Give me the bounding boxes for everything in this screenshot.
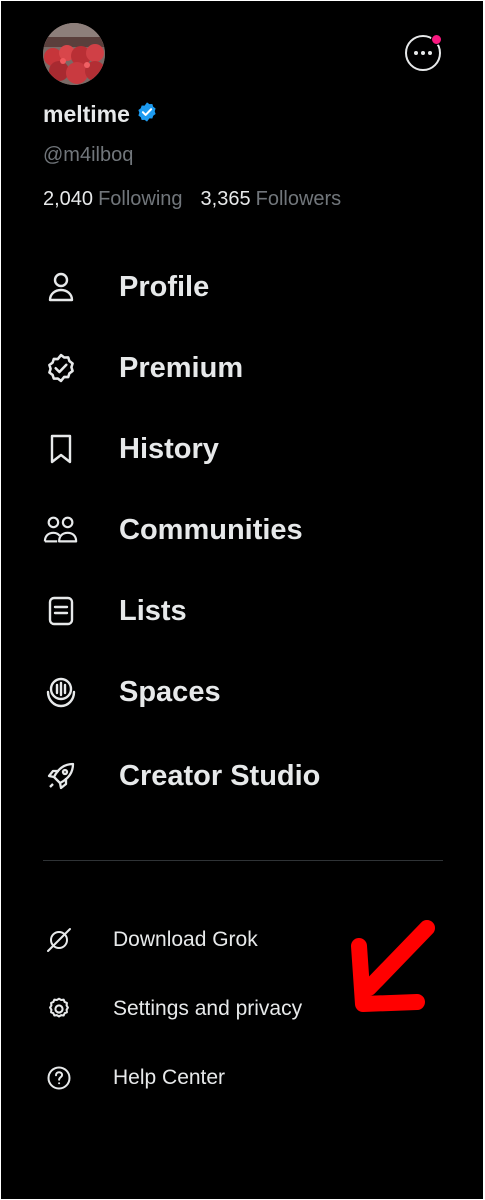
verified-check-icon bbox=[43, 350, 79, 386]
gear-icon bbox=[43, 993, 75, 1025]
display-name: meltime bbox=[43, 101, 130, 127]
more-dot-icon bbox=[428, 51, 432, 55]
list-icon bbox=[43, 593, 79, 629]
following-link[interactable]: 2,040 Following bbox=[43, 188, 183, 211]
user-handle: @m4ilboq bbox=[43, 144, 134, 166]
help-icon bbox=[43, 1062, 75, 1094]
rocket-icon bbox=[43, 758, 79, 794]
followers-link[interactable]: 3,365 Followers bbox=[201, 188, 342, 211]
follow-stats: 2,040 Following 3,365 Followers bbox=[43, 188, 341, 211]
nav-label: Creator Studio bbox=[119, 759, 321, 792]
avatar[interactable] bbox=[43, 23, 105, 85]
menu-item-help-center[interactable]: Help Center bbox=[43, 1058, 443, 1098]
nav-item-history[interactable]: History bbox=[43, 424, 443, 474]
nav-item-creator-studio[interactable]: Creator Studio bbox=[43, 751, 443, 801]
notification-dot bbox=[431, 34, 442, 45]
nav-label: History bbox=[119, 432, 219, 465]
following-label: Following bbox=[98, 188, 183, 210]
nav-label: Profile bbox=[119, 270, 210, 303]
nav-label: Spaces bbox=[119, 675, 221, 708]
annotation-arrow-icon bbox=[351, 920, 435, 1012]
nav-item-profile[interactable]: Profile bbox=[43, 262, 443, 312]
nav-item-communities[interactable]: Communities bbox=[43, 505, 443, 555]
menu-label: Settings and privacy bbox=[113, 997, 303, 1020]
people-icon bbox=[43, 512, 79, 548]
divider bbox=[43, 860, 443, 861]
verified-badge-icon bbox=[136, 101, 158, 128]
menu-label: Help Center bbox=[113, 1066, 226, 1089]
menu-label: Download Grok bbox=[113, 928, 258, 951]
followers-count: 3,365 bbox=[200, 188, 251, 210]
nav-item-lists[interactable]: Lists bbox=[43, 586, 443, 636]
nav-label: Lists bbox=[119, 594, 187, 627]
more-options-button[interactable] bbox=[405, 34, 442, 71]
bookmark-icon bbox=[43, 431, 79, 467]
grok-icon bbox=[43, 924, 75, 956]
name-row: meltime bbox=[43, 101, 158, 128]
nav-label: Premium bbox=[119, 351, 244, 384]
more-dot-icon bbox=[414, 51, 418, 55]
following-count: 2,040 bbox=[43, 188, 94, 210]
person-icon bbox=[43, 269, 79, 305]
followers-label: Followers bbox=[255, 188, 342, 210]
more-dot-icon bbox=[421, 51, 425, 55]
nav-item-spaces[interactable]: Spaces bbox=[43, 667, 443, 717]
nav-item-premium[interactable]: Premium bbox=[43, 343, 443, 393]
microphone-icon bbox=[43, 674, 79, 710]
side-drawer: meltime @m4ilboq 2,040 Following 3,365 Fol… bbox=[1, 1, 483, 1199]
nav-label: Communities bbox=[119, 513, 303, 546]
